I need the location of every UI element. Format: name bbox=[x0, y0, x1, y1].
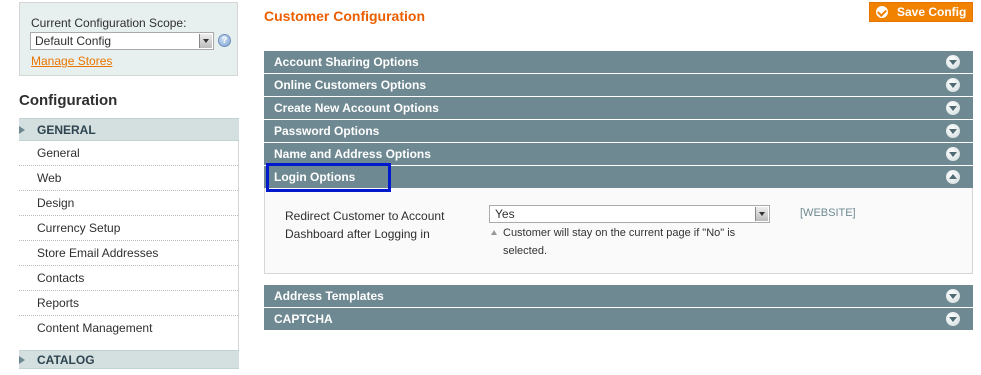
scope-switcher: Current Configuration Scope: Default Con… bbox=[19, 2, 238, 76]
chevron-down-icon[interactable] bbox=[755, 207, 768, 221]
section-label: Password Options bbox=[274, 124, 380, 138]
redirect-dashboard-select[interactable]: Yes bbox=[489, 205, 770, 223]
page-title: Customer Configuration bbox=[264, 8, 425, 24]
sidebar-section-label: CATALOG bbox=[37, 353, 95, 367]
section-create-new-account-options[interactable]: Create New Account Options bbox=[264, 97, 973, 119]
section-captcha[interactable]: CAPTCHA bbox=[264, 308, 973, 330]
checkmark-icon bbox=[876, 6, 888, 18]
manage-stores-link[interactable]: Manage Stores bbox=[31, 54, 112, 68]
expand-icon[interactable] bbox=[946, 124, 960, 138]
section-address-templates[interactable]: Address Templates bbox=[264, 285, 973, 307]
expand-icon[interactable] bbox=[946, 312, 960, 326]
sidebar-item-design[interactable]: Design bbox=[19, 191, 238, 216]
help-icon[interactable]: ? bbox=[218, 34, 231, 47]
section-online-customers-options[interactable]: Online Customers Options bbox=[264, 74, 973, 96]
save-config-label: Save Config bbox=[897, 5, 967, 19]
chevron-down-icon[interactable] bbox=[199, 34, 212, 48]
sidebar-section-label: GENERAL bbox=[37, 123, 96, 137]
sidebar-item-contacts[interactable]: Contacts bbox=[19, 266, 238, 291]
section-account-sharing-options[interactable]: Account Sharing Options bbox=[264, 51, 973, 73]
section-label: Create New Account Options bbox=[274, 101, 439, 115]
sidebar-item-general[interactable]: General bbox=[19, 141, 238, 166]
sidebar-item-store-email-addresses[interactable]: Store Email Addresses bbox=[19, 241, 238, 266]
caret-right-icon bbox=[19, 126, 25, 134]
sidebar-item-currency-setup[interactable]: Currency Setup bbox=[19, 216, 238, 241]
expand-icon[interactable] bbox=[946, 78, 960, 92]
sidebar-nav: GENERAL General Web Design Currency Setu… bbox=[19, 118, 239, 369]
scope-select[interactable]: Default Config bbox=[30, 32, 214, 50]
collapse-icon[interactable] bbox=[946, 170, 960, 184]
scope-select-value: Default Config bbox=[35, 34, 112, 48]
highlight-box bbox=[266, 163, 391, 192]
section-label: Account Sharing Options bbox=[274, 55, 419, 69]
scope-tag: [WEBSITE] bbox=[800, 207, 856, 219]
sidebar-section-catalog[interactable]: CATALOG bbox=[19, 350, 239, 369]
redirect-dashboard-label: Redirect Customer to Account Dashboard a… bbox=[285, 209, 445, 241]
section-name-and-address-options[interactable]: Name and Address Options bbox=[264, 143, 973, 165]
expand-icon[interactable] bbox=[946, 147, 960, 161]
caret-right-icon bbox=[19, 356, 25, 364]
expand-icon[interactable] bbox=[946, 101, 960, 115]
redirect-dashboard-value: Yes bbox=[495, 207, 515, 221]
sidebar-title: Configuration bbox=[19, 92, 118, 109]
section-label: Address Templates bbox=[274, 289, 384, 303]
scope-label: Current Configuration Scope: bbox=[31, 16, 187, 30]
note-arrow-icon bbox=[491, 230, 497, 235]
sidebar-section-general[interactable]: GENERAL bbox=[19, 118, 239, 141]
sidebar-item-web[interactable]: Web bbox=[19, 166, 238, 191]
save-config-button[interactable]: Save Config bbox=[869, 2, 973, 22]
sidebar-item-reports[interactable]: Reports bbox=[19, 291, 238, 316]
expand-icon[interactable] bbox=[946, 55, 960, 69]
section-label: Online Customers Options bbox=[274, 78, 427, 92]
section-password-options[interactable]: Password Options bbox=[264, 120, 973, 142]
sidebar-spacer bbox=[19, 341, 239, 350]
redirect-dashboard-note: Customer will stay on the current page i… bbox=[503, 227, 736, 257]
section-label: Name and Address Options bbox=[274, 147, 431, 161]
section-label: CAPTCHA bbox=[274, 312, 333, 326]
sidebar-item-content-management[interactable]: Content Management bbox=[19, 316, 238, 341]
expand-icon[interactable] bbox=[946, 289, 960, 303]
